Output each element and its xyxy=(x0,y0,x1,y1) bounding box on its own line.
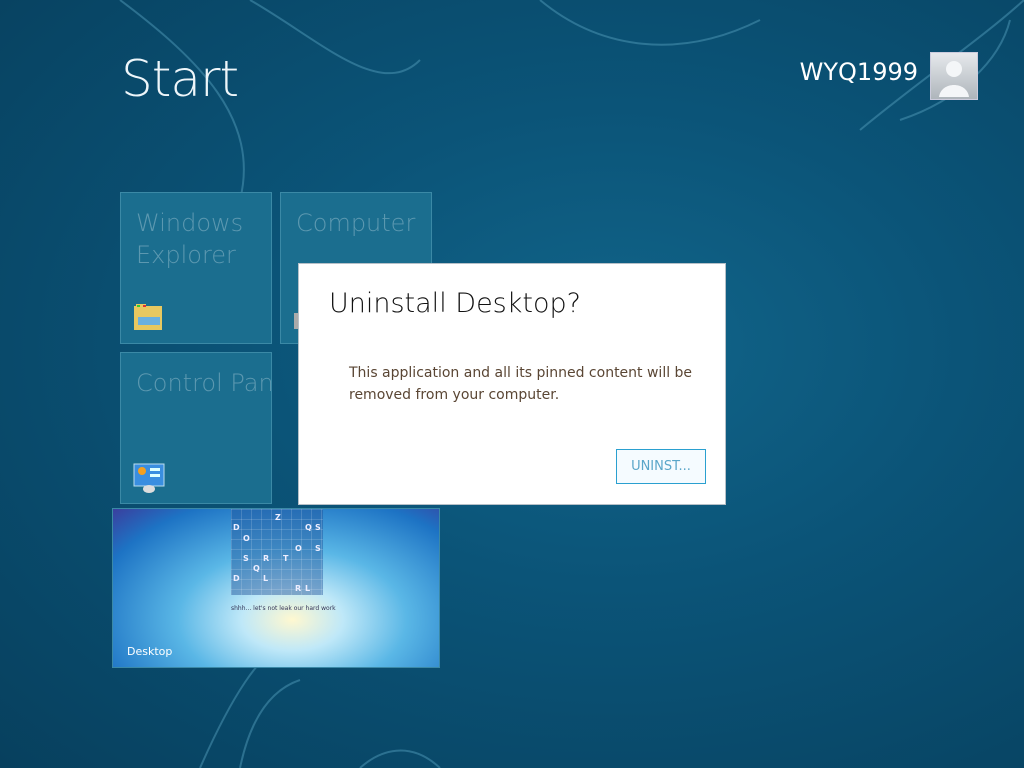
avatar[interactable] xyxy=(930,52,978,100)
preview-caption: shhh... let's not leak our hard work xyxy=(231,605,336,612)
tile-control-panel[interactable]: Control Panel xyxy=(120,352,272,504)
tile-label: Computer xyxy=(296,209,416,237)
tile-label-line2: Explorer xyxy=(136,241,236,269)
preview-letter: D xyxy=(233,574,240,583)
preview-letter: O xyxy=(295,544,302,553)
preview-letter: Z xyxy=(275,513,281,522)
uninstall-dialog: Uninstall Desktop? This application and … xyxy=(298,263,726,505)
user-icon xyxy=(939,61,969,97)
preview-letter: O xyxy=(243,534,250,543)
desktop-preview-grid: Z D Q S O O S S R T Q D L R L xyxy=(231,509,323,595)
tile-label-line1: Windows xyxy=(136,209,244,237)
control-panel-icon xyxy=(133,463,165,493)
tile-label: Windows Explorer xyxy=(136,207,243,271)
preview-letter: L xyxy=(263,574,269,583)
folder-icon xyxy=(134,304,162,330)
preview-letter: S xyxy=(243,554,249,563)
preview-letter: Q xyxy=(253,564,260,573)
preview-letter: R xyxy=(295,584,302,593)
dialog-title: Uninstall Desktop? xyxy=(329,288,581,319)
tile-label: Desktop xyxy=(127,645,173,658)
page-title: Start xyxy=(121,50,239,108)
user-name[interactable]: WYQ1999 xyxy=(800,58,918,86)
preview-letter: R xyxy=(263,554,270,563)
tile-windows-explorer[interactable]: Windows Explorer xyxy=(120,192,272,344)
preview-letter: D xyxy=(233,523,240,532)
tile-desktop[interactable]: Z D Q S O O S S R T Q D L R L shhh... le… xyxy=(112,508,440,668)
preview-letter: Q xyxy=(305,523,312,532)
uninstall-button[interactable]: UNINST... xyxy=(616,449,706,484)
tile-label: Control Panel xyxy=(136,369,271,397)
preview-letter: L xyxy=(305,584,311,593)
dialog-message: This application and all its pinned cont… xyxy=(349,365,693,403)
preview-letter: S xyxy=(315,523,321,532)
preview-letter: S xyxy=(315,544,321,553)
preview-letter: T xyxy=(283,554,289,563)
